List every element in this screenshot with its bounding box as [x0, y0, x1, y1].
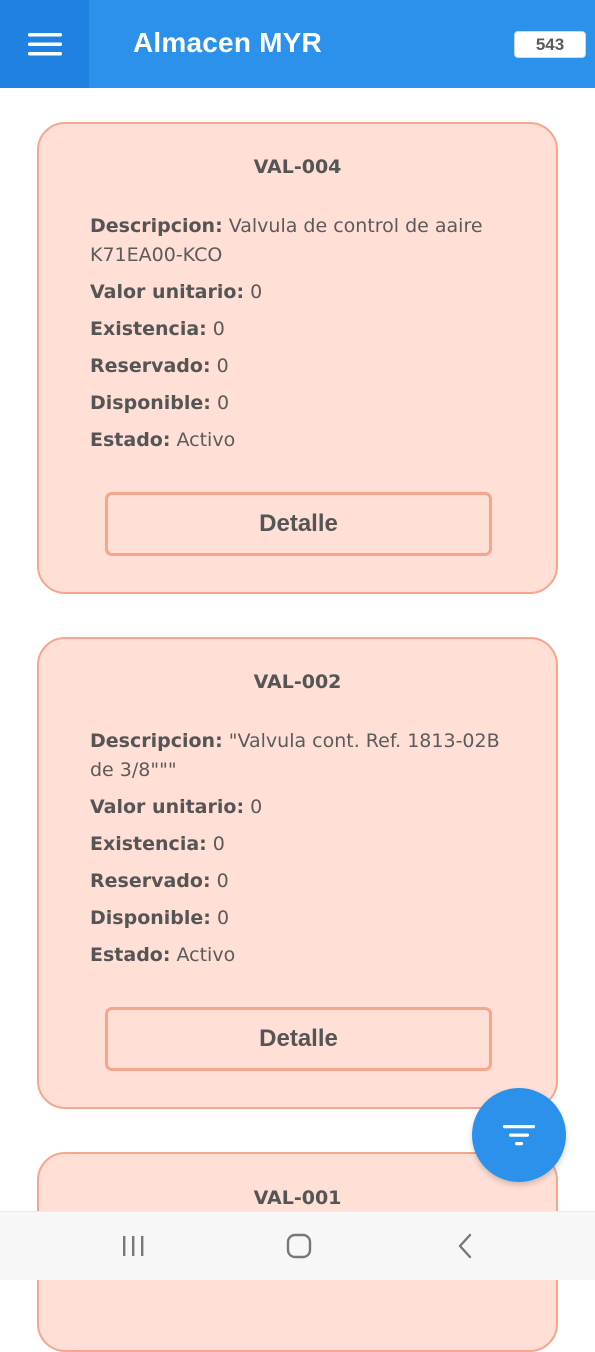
- menu-icon: [27, 33, 62, 56]
- system-nav-bar: [0, 1211, 595, 1280]
- field-existencia: Existencia: 0: [90, 315, 520, 344]
- field-value: 0: [216, 907, 230, 929]
- field-label: Reservado:: [90, 355, 211, 377]
- home-icon: [286, 1233, 312, 1259]
- field-label: Descripcion:: [90, 730, 223, 752]
- field-label: Estado:: [90, 944, 171, 966]
- filter-button[interactable]: [472, 1088, 566, 1182]
- field-value: 0: [216, 355, 229, 377]
- page-title: Almacen MYR: [133, 27, 322, 58]
- field-label: Existencia:: [90, 833, 207, 855]
- product-code: VAL-001: [253, 1187, 342, 1209]
- field-value: Activo: [176, 429, 236, 451]
- field-value: 0: [212, 833, 225, 855]
- field-label: Valor unitario:: [90, 281, 245, 303]
- field-label: Reservado:: [90, 870, 211, 892]
- field-value: 0: [212, 318, 225, 340]
- field-descripcion: Descripcion: Valvula de control de aaire…: [90, 212, 520, 270]
- field-estado: Estado: Activo: [90, 941, 520, 970]
- field-disponible: Disponible: 0: [90, 904, 520, 933]
- product-fields: Descripcion: "Valvula cont. Ref. 1813-02…: [90, 727, 520, 978]
- field-label: Existencia:: [90, 318, 207, 340]
- back-button[interactable]: [446, 1230, 486, 1262]
- detail-button[interactable]: Detalle: [105, 492, 492, 556]
- field-label: Estado:: [90, 429, 171, 451]
- field-value: Activo: [176, 944, 236, 966]
- field-reservado: Reservado: 0: [90, 352, 520, 381]
- field-estado: Estado: Activo: [90, 426, 520, 455]
- field-value: 0: [250, 796, 263, 818]
- field-existencia: Existencia: 0: [90, 830, 520, 859]
- field-value: 0: [216, 870, 229, 892]
- field-descripcion: Descripcion: "Valvula cont. Ref. 1813-02…: [90, 727, 520, 785]
- field-value: 0: [216, 392, 230, 414]
- product-code: VAL-004: [253, 156, 342, 178]
- product-fields: Descripcion: Valvula de control de aaire…: [90, 212, 520, 463]
- field-label: Valor unitario:: [90, 796, 245, 818]
- field-valor-unitario: Valor unitario: 0: [90, 793, 520, 822]
- app-bar: Almacen MYR 543: [0, 0, 595, 88]
- product-card: VAL-002 Descripcion: "Valvula cont. Ref.…: [37, 637, 558, 1109]
- field-disponible: Disponible: 0: [90, 389, 520, 418]
- menu-button[interactable]: [0, 0, 89, 88]
- home-button[interactable]: [279, 1230, 319, 1262]
- back-icon: [458, 1233, 472, 1259]
- field-valor-unitario: Valor unitario: 0: [90, 278, 520, 307]
- item-count-badge: 543: [514, 31, 586, 58]
- detail-button[interactable]: Detalle: [105, 1007, 492, 1071]
- field-reservado: Reservado: 0: [90, 867, 520, 896]
- field-label: Disponible:: [90, 907, 211, 929]
- recent-apps-icon: [123, 1236, 144, 1256]
- filter-icon: [503, 1125, 535, 1146]
- field-label: Disponible:: [90, 392, 211, 414]
- product-card: VAL-004 Descripcion: Valvula de control …: [37, 122, 558, 594]
- field-label: Descripcion:: [90, 215, 223, 237]
- field-value: 0: [250, 281, 263, 303]
- product-code: VAL-002: [253, 671, 342, 693]
- recent-apps-button[interactable]: [113, 1230, 153, 1262]
